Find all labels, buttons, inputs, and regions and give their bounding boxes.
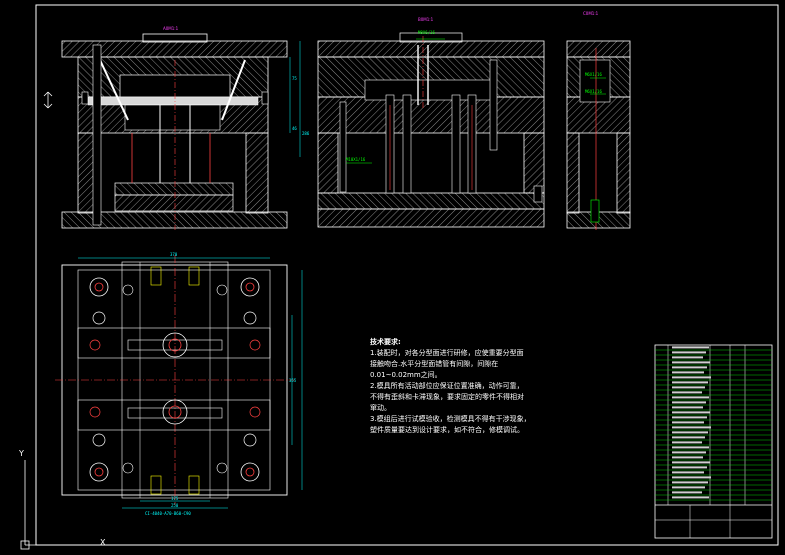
plan-dim-bottom-b: 250 (171, 503, 179, 508)
parts-list-entry (672, 451, 706, 454)
parts-list-entry (672, 476, 711, 479)
parts-list-entry (672, 371, 704, 374)
parts-list-entry (672, 436, 705, 439)
parts-list-entry (672, 401, 706, 404)
side-callout-mid: M10X1/16 (346, 157, 366, 162)
technical-notes-title: 技术要求: (370, 338, 401, 346)
technical-note-line: 不得有歪斜和卡滞现象，要求固定的零件不得相对 (370, 393, 524, 401)
parts-list-entry (672, 396, 709, 399)
parts-list-entry (672, 421, 704, 424)
parts-list-entry (672, 471, 704, 474)
parts-list-entry (672, 431, 708, 434)
plan-dim-top: 370 (170, 252, 178, 257)
technical-note-line: 窜动。 (370, 404, 391, 412)
technical-note-line: 接触吻合.水平分型面错管有间隙，间隙在 (370, 360, 499, 368)
end-callout-a: M6X1/16 (585, 72, 602, 77)
parts-list-entry (672, 361, 710, 364)
plan-designation: CI-4040-A70-B60-C90 (145, 511, 191, 516)
front-dim-top: 75 (292, 76, 297, 81)
technical-note-line: 塑件质量要达到设计要求，如不符合，修模调试。 (370, 426, 524, 434)
parts-list-entry (672, 411, 710, 414)
parts-list-entry (672, 376, 711, 379)
parts-list-entry (672, 491, 702, 494)
parts-list-entry (672, 456, 703, 459)
parts-list-entry (672, 366, 707, 369)
technical-note-line: 3.模组后进行试模验收，检测模具不得有干涉现象， (370, 415, 531, 423)
parts-list-entry (672, 426, 711, 429)
parts-list-entry (672, 406, 703, 409)
parts-list-entry (672, 496, 709, 499)
cad-drawing-canvas[interactable] (0, 0, 785, 555)
plan-dim-bottom-a: 175 (171, 496, 179, 501)
technical-notes: 技术要求: 1.装配时，对各分型面进行研修，应使重要分型面 接触吻合.水平分型面… (370, 337, 570, 436)
parts-list-entry (672, 486, 705, 489)
front-dim-mid: 46 (292, 126, 297, 131)
plan-view[interactable] (55, 255, 303, 509)
parts-list-entry (672, 416, 707, 419)
parts-list-entry (672, 381, 708, 384)
parts-list-entry (672, 356, 703, 359)
front-view-label: A0M1:1 (163, 26, 179, 31)
end-view-label: C0M1:1 (583, 11, 599, 16)
parts-list-entry (672, 346, 709, 349)
technical-note-line: 1.装配时，对各分型面进行研修，应使重要分型面 (370, 349, 524, 357)
parts-list-entry (672, 466, 707, 469)
technical-note-line: 2.模具所有活动部位应保证位置准确，动作可靠， (370, 382, 524, 390)
front-section-view[interactable] (43, 33, 301, 230)
parts-list-entry (672, 391, 702, 394)
parts-list-entry (672, 481, 708, 484)
front-dim-total: 286 (302, 131, 310, 136)
side-callout-top: M8X6/16 (418, 30, 435, 35)
side-view-label: B0M1:1 (418, 17, 434, 22)
parts-list-entry (672, 386, 705, 389)
side-section-view[interactable] (317, 32, 545, 228)
parts-list-entry (672, 461, 710, 464)
parts-list-entry (672, 446, 709, 449)
ucs-y-label: Y (19, 449, 24, 458)
parts-list-entry (672, 441, 702, 444)
end-section-view[interactable] (566, 40, 631, 230)
plan-dim-right: 355 (289, 378, 297, 383)
parts-list-entry (672, 351, 706, 354)
end-callout-b: M6X1/16 (585, 89, 602, 94)
ucs-x-label: X (100, 538, 106, 547)
technical-note-line: 0.01~0.02mm之间。 (370, 371, 442, 379)
parts-list-rows (655, 346, 772, 501)
